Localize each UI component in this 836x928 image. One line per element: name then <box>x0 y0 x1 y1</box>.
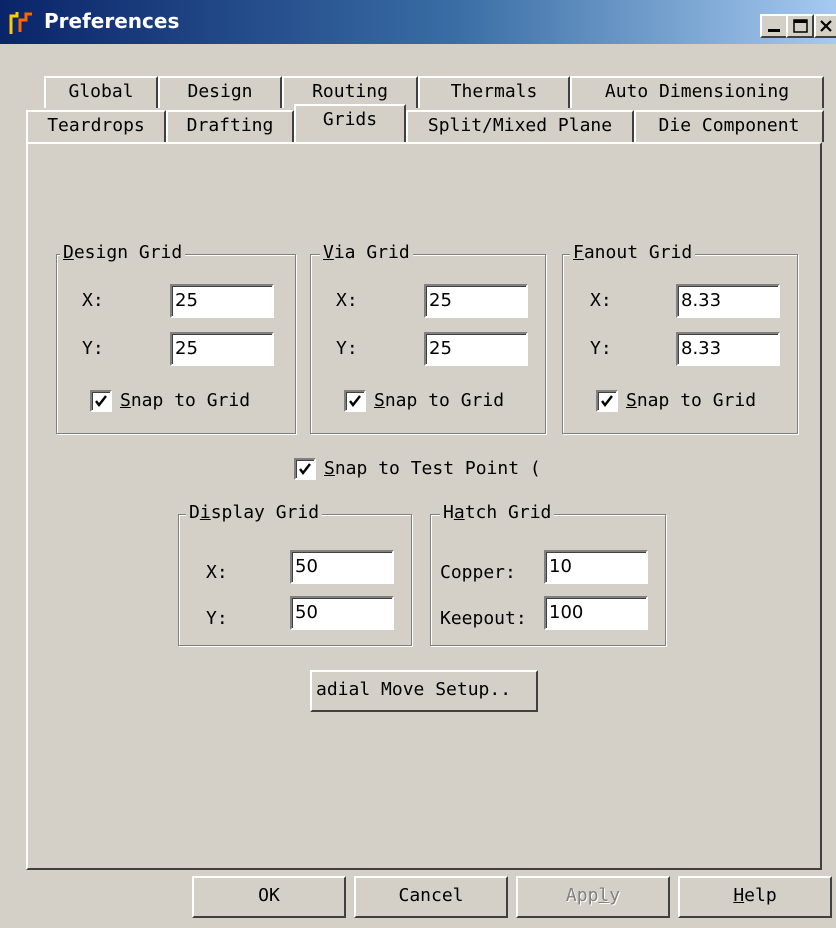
checkmark-icon <box>601 395 613 407</box>
window-title: Preferences <box>44 9 180 33</box>
fanout-grid-x-input[interactable]: 8.33 <box>676 284 780 318</box>
via-grid-snap-checkbox[interactable] <box>344 390 366 412</box>
display-grid-legend: Display Grid <box>186 502 323 524</box>
hatch-grid-legend: Hatch Grid <box>440 502 555 524</box>
display-grid-x-label: X: <box>206 562 228 583</box>
maximize-icon <box>793 19 808 33</box>
design-grid-legend: Design Grid <box>60 242 186 264</box>
checkmark-icon <box>299 463 311 475</box>
via-grid-y-input[interactable]: 25 <box>424 332 528 366</box>
design-grid-snap-checkbox[interactable] <box>90 390 112 412</box>
fanout-grid-snap-label: Snap to Grid <box>626 390 757 411</box>
design-grid-x-label: X: <box>82 290 104 311</box>
ok-button[interactable]: OK <box>192 876 346 918</box>
display-grid-y-label: Y: <box>206 608 228 629</box>
fanout-grid-snap-checkbox[interactable] <box>596 390 618 412</box>
via-grid-y-label: Y: <box>336 338 358 359</box>
minimize-button[interactable] <box>760 14 788 38</box>
fanout-grid-x-label: X: <box>590 290 612 311</box>
fanout-grid-y-label: Y: <box>590 338 612 359</box>
checkmark-icon <box>349 395 361 407</box>
display-grid-y-input[interactable]: 50 <box>290 596 394 630</box>
close-button[interactable] <box>814 14 836 38</box>
display-grid-x-input[interactable]: 50 <box>290 550 394 584</box>
hatch-grid-copper-label: Copper: <box>440 562 516 583</box>
snap-test-point-checkbox[interactable] <box>294 458 316 480</box>
snap-test-point-label: Snap to Test Point ( <box>324 458 541 479</box>
via-grid-legend: Via Grid <box>320 242 413 264</box>
design-grid-y-input[interactable]: 25 <box>170 332 274 366</box>
tab-auto-dimensioning[interactable]: Auto Dimensioning <box>570 76 824 108</box>
hatch-grid-keepout-label: Keepout: <box>440 608 527 629</box>
app-logo-icon <box>9 12 32 34</box>
minimize-icon <box>768 29 780 32</box>
tab-split-mixed-plane[interactable]: Split/Mixed Plane <box>406 110 634 142</box>
tab-design[interactable]: Design <box>158 76 282 108</box>
design-grid-snap-label: Snap to Grid <box>120 390 251 411</box>
fanout-grid-legend: Fanout Grid <box>570 242 696 264</box>
maximize-button[interactable] <box>786 14 814 38</box>
hatch-grid-copper-input[interactable]: 10 <box>544 550 648 584</box>
tab-thermals[interactable]: Thermals <box>418 76 570 108</box>
via-grid-x-label: X: <box>336 290 358 311</box>
fanout-grid-y-input[interactable]: 8.33 <box>676 332 780 366</box>
tab-die-component[interactable]: Die Component <box>634 110 824 142</box>
help-button[interactable]: Help <box>678 876 832 918</box>
via-grid-x-input[interactable]: 25 <box>424 284 528 318</box>
tab-teardrops[interactable]: Teardrops <box>26 110 166 142</box>
tab-drafting[interactable]: Drafting <box>166 110 294 142</box>
close-icon <box>820 20 832 32</box>
cancel-button[interactable]: Cancel <box>354 876 508 918</box>
tab-grids[interactable]: Grids <box>294 104 406 142</box>
design-grid-y-label: Y: <box>82 338 104 359</box>
hatch-grid-keepout-input[interactable]: 100 <box>544 596 648 630</box>
via-grid-snap-label: Snap to Grid <box>374 390 505 411</box>
apply-button[interactable]: Apply <box>516 876 670 918</box>
tab-global[interactable]: Global <box>44 76 158 108</box>
title-bar[interactable]: Preferences <box>0 0 836 44</box>
design-grid-x-input[interactable]: 25 <box>170 284 274 318</box>
radial-move-setup-button[interactable]: adial Move Setup.. <box>310 670 538 712</box>
checkmark-icon <box>95 395 107 407</box>
